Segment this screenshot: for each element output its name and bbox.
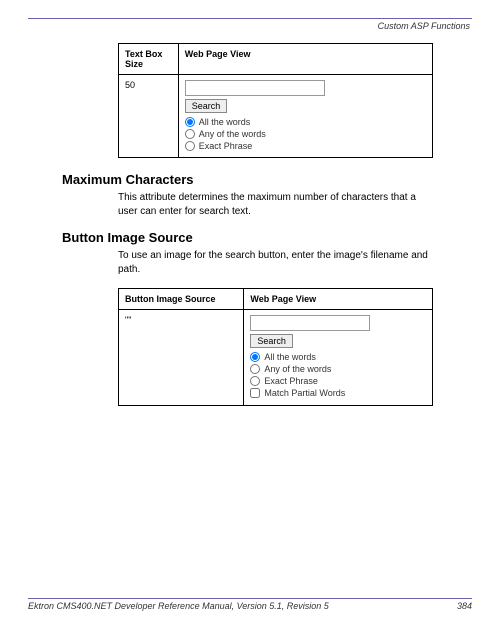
radio-any-label: Any of the words [199, 128, 266, 140]
radio-all[interactable] [185, 117, 195, 127]
th-webpage-view: Web Page View [178, 44, 432, 75]
search-text-input[interactable] [185, 80, 325, 96]
radio-exact-2[interactable] [250, 376, 260, 386]
footer-left: Ektron CMS400.NET Developer Reference Ma… [28, 601, 329, 611]
th-button-image-src: Button Image Source [119, 289, 244, 310]
footer: Ektron CMS400.NET Developer Reference Ma… [28, 598, 472, 611]
radio-exact-label-2: Exact Phrase [264, 375, 318, 387]
check-match-2[interactable] [250, 388, 260, 398]
opt-exact-row-2[interactable]: Exact Phrase [250, 375, 426, 387]
footer-rule [28, 598, 472, 599]
heading-button-image: Button Image Source [62, 230, 472, 245]
td-widget-preview: Search All the words Any of the words Ex… [178, 75, 432, 158]
radio-exact-label: Exact Phrase [199, 140, 253, 152]
radio-any[interactable] [185, 129, 195, 139]
radio-all-2[interactable] [250, 352, 260, 362]
opt-match-row-2[interactable]: Match Partial Words [250, 387, 426, 399]
radio-all-label: All the words [199, 116, 251, 128]
check-match-label-2: Match Partial Words [264, 387, 345, 399]
td-widget-preview-2: Search All the words Any of the words Ex… [244, 310, 433, 406]
body-button-image: To use an image for the search button, e… [118, 249, 428, 276]
body-max-chars: This attribute determines the maximum nu… [118, 191, 428, 218]
radio-all-label-2: All the words [264, 351, 316, 363]
opt-any-row-2[interactable]: Any of the words [250, 363, 426, 375]
clipped-preview: Search All the words Any of the words Ex… [185, 80, 426, 152]
opt-any-row[interactable]: Any of the words [185, 128, 426, 140]
footer-page-number: 384 [457, 601, 472, 611]
th-textbox-size: Text Box Size [119, 44, 179, 75]
search-button-2[interactable]: Search [250, 334, 293, 348]
search-text-input-2[interactable] [250, 315, 370, 331]
opt-all-row[interactable]: All the words [185, 116, 426, 128]
opt-exact-row[interactable]: Exact Phrase [185, 140, 426, 152]
radio-exact[interactable] [185, 141, 195, 151]
opt-all-row-2[interactable]: All the words [250, 351, 426, 363]
radio-any-2[interactable] [250, 364, 260, 374]
header-rule [28, 18, 472, 19]
textbox-size-table: Text Box Size Web Page View 50 Search Al… [118, 43, 433, 158]
heading-max-chars: Maximum Characters [62, 172, 472, 187]
button-image-table: Button Image Source Web Page View "" Sea… [118, 288, 433, 406]
td-size-value: 50 [119, 75, 179, 158]
radio-any-label-2: Any of the words [264, 363, 331, 375]
header-label: Custom ASP Functions [28, 21, 472, 31]
td-button-image-value: "" [119, 310, 244, 406]
search-button[interactable]: Search [185, 99, 228, 113]
th-webpage-view-2: Web Page View [244, 289, 433, 310]
